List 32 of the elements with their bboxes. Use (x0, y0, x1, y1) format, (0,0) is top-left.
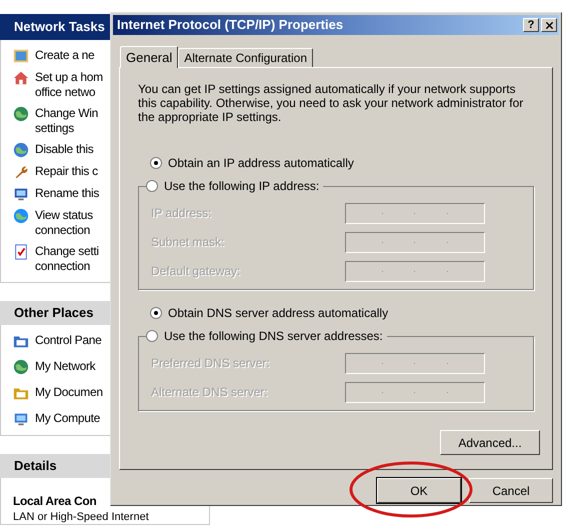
monitor-icon (13, 411, 29, 427)
ip-address-field[interactable] (345, 232, 485, 252)
globe-icon (13, 142, 29, 158)
section-title: Other Places (14, 304, 94, 322)
tab[interactable]: Alternate Configuration (178, 48, 313, 67)
document-icon (13, 244, 29, 260)
detail-title: Local Area Con (13, 494, 98, 509)
ip-address-field[interactable] (345, 202, 485, 224)
globe-icon (13, 359, 29, 375)
globe-icon (13, 208, 29, 224)
section-title: Network Tasks (14, 18, 105, 36)
close-icon (544, 20, 554, 30)
task-link[interactable]: My Compute (13, 411, 201, 427)
tab[interactable]: General (120, 46, 178, 68)
ip-address-field[interactable] (345, 352, 485, 374)
image-icon (13, 48, 29, 64)
ip-address-field[interactable] (345, 382, 485, 402)
wrench-icon (13, 164, 29, 180)
globe-icon (13, 106, 29, 122)
advanced-button[interactable]: Advanced... (440, 430, 540, 455)
section-title: Details (14, 457, 57, 476)
monitor-icon (13, 186, 29, 202)
description-text: You can get IP settings assigned automatically if your network supports this capability. Otherwise, you need to ask your network administrator for the appropriate IP settings. (138, 82, 524, 124)
close-button[interactable] (541, 18, 557, 32)
help-button[interactable]: ? (523, 18, 539, 32)
radio-option[interactable]: Use the following DNS server addresses: (146, 327, 387, 345)
detail-text: LAN or High-Speed Internet (13, 511, 150, 524)
radio-option[interactable]: Use the following IP address: (146, 177, 324, 195)
house-icon (13, 70, 29, 86)
cancel-button[interactable]: Cancel (469, 478, 553, 503)
ok-button[interactable]: OK (377, 478, 461, 503)
ip-address-field[interactable] (345, 260, 485, 282)
